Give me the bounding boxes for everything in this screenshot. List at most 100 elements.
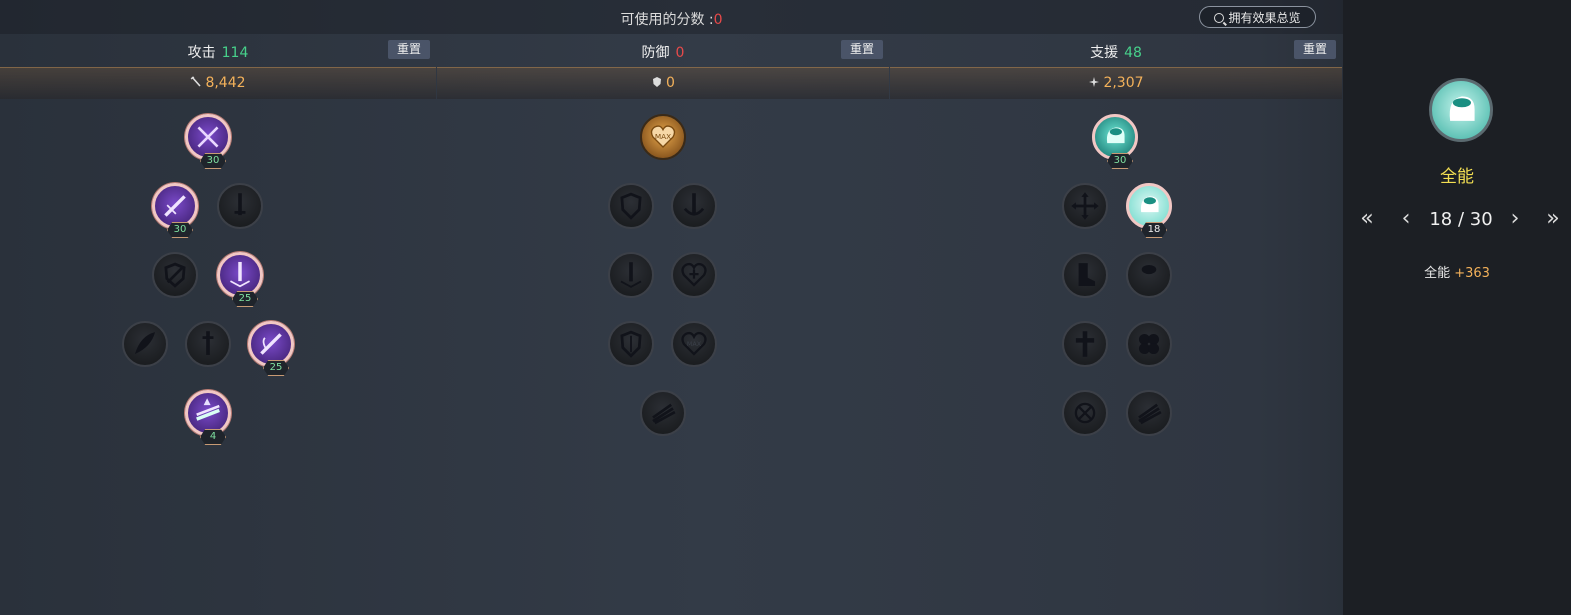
four-arrows-icon bbox=[1071, 192, 1099, 220]
detail-panel: 全能 « ‹ 18 / 30 › » 全能 +363 bbox=[1343, 0, 1571, 615]
available-points-label: 可使用的分数 : bbox=[620, 12, 714, 28]
clover-icon bbox=[1138, 333, 1160, 355]
available-points: 可使用的分数 :0 bbox=[0, 9, 1343, 29]
defense-stat-bar: 0 bbox=[437, 67, 889, 99]
sword-icon bbox=[234, 193, 246, 216]
sword-fan-icon bbox=[652, 403, 676, 425]
attack-name: 攻击 bbox=[187, 45, 216, 61]
skill-node-sword-fan-locked-2[interactable] bbox=[1126, 390, 1172, 436]
skill-node-boot-locked[interactable] bbox=[1062, 252, 1108, 298]
skill-node-feather-blade-locked[interactable] bbox=[122, 321, 168, 367]
node-level-badge: 18 bbox=[1141, 222, 1167, 238]
crossed-circle-icon bbox=[1074, 402, 1096, 424]
skill-node-sword-slash[interactable]: 30 bbox=[152, 183, 198, 238]
node-level-badge: 25 bbox=[232, 291, 258, 307]
curved-sword-icon bbox=[260, 333, 282, 355]
support-reset-button[interactable]: 重置 bbox=[1294, 40, 1336, 59]
sword-icon bbox=[202, 331, 214, 355]
attack-stat-value: 8,442 bbox=[205, 75, 246, 91]
anchor-sword-icon bbox=[683, 193, 705, 216]
shield-icon bbox=[620, 330, 642, 358]
feather-blade-icon bbox=[134, 332, 156, 355]
crossed-swords-icon bbox=[197, 126, 219, 148]
skill-node-cross-locked[interactable] bbox=[1062, 321, 1108, 367]
boot-icon bbox=[1078, 263, 1096, 286]
available-points-value: 0 bbox=[713, 12, 723, 28]
skill-node-sword-locked-2[interactable] bbox=[185, 321, 231, 367]
sword-icon bbox=[191, 76, 202, 87]
heart-max-icon: MAX bbox=[650, 125, 676, 149]
defense-title: 防御 0 bbox=[437, 42, 889, 62]
node-level-badge: 25 bbox=[263, 360, 289, 376]
attack-stat-bar: 8,442 bbox=[0, 67, 436, 99]
max-label: MAX bbox=[687, 340, 702, 348]
page-indicator: 18 / 30 bbox=[1429, 209, 1493, 230]
attack-reset-button[interactable]: 重置 bbox=[388, 40, 430, 59]
skill-node-crossed-circle-locked[interactable] bbox=[1062, 390, 1108, 436]
node-level-badge: 4 bbox=[200, 429, 226, 445]
level-pager: « ‹ 18 / 30 › » bbox=[1343, 207, 1571, 233]
skill-node-sword-fan-locked[interactable] bbox=[640, 390, 686, 436]
shield-icon bbox=[653, 77, 662, 87]
brain-head-icon bbox=[1141, 264, 1157, 275]
cross-icon bbox=[1075, 331, 1095, 357]
support-icon bbox=[1089, 77, 1100, 87]
skill-node-swords-stack[interactable]: 4 bbox=[185, 390, 231, 445]
skill-node-anchor-sword-locked[interactable] bbox=[671, 183, 717, 229]
support-points: 48 bbox=[1124, 45, 1142, 61]
max-label: MAX bbox=[655, 132, 671, 141]
sword-fan-icon bbox=[1138, 403, 1162, 425]
skill-node-heart-max-locked[interactable]: MAX bbox=[671, 321, 717, 367]
heart-max-icon: MAX bbox=[681, 331, 707, 356]
bonus-value: +363 bbox=[1454, 266, 1490, 281]
attack-header: 攻击 114 重置 bbox=[0, 34, 436, 67]
skill-node-clover-locked[interactable] bbox=[1126, 321, 1172, 367]
top-bar: 可使用的分数 :0 bbox=[0, 0, 1343, 34]
skill-node-sword-burst-locked[interactable] bbox=[608, 252, 654, 298]
first-page-button[interactable]: « bbox=[1357, 207, 1377, 233]
defense-name: 防御 bbox=[641, 45, 670, 61]
support-stat-bar: 2,307 bbox=[890, 67, 1342, 99]
skill-node-curved-sword[interactable]: 25 bbox=[248, 321, 294, 376]
shield-sword-icon bbox=[164, 262, 186, 288]
skill-node-brain-head-selected[interactable]: 18 bbox=[1126, 183, 1172, 238]
skill-node-heart-cross-locked[interactable] bbox=[671, 252, 717, 298]
next-page-button[interactable]: › bbox=[1505, 207, 1525, 233]
brain-head-icon bbox=[1140, 196, 1159, 213]
defense-header: 防御 0 重置 bbox=[437, 34, 889, 67]
heart-cross-icon bbox=[681, 262, 707, 287]
skill-node-shield-locked[interactable] bbox=[608, 183, 654, 229]
skill-node-sword-burst[interactable]: 25 bbox=[217, 252, 263, 307]
node-level-badge: 30 bbox=[200, 153, 226, 169]
sword-slash-icon bbox=[164, 195, 186, 217]
skill-node-shield-sword-locked[interactable] bbox=[152, 252, 198, 298]
skill-node-brain-head-locked[interactable] bbox=[1126, 252, 1172, 298]
search-icon bbox=[1214, 13, 1225, 23]
sword-burst-icon bbox=[230, 261, 250, 288]
skill-node-heart-max[interactable]: MAX bbox=[640, 114, 686, 160]
effects-overview-button[interactable]: 拥有效果总览 bbox=[1199, 6, 1316, 28]
shield-icon bbox=[620, 192, 642, 220]
detail-skill-name: 全能 bbox=[1440, 167, 1474, 187]
skill-node-four-arrows-locked[interactable] bbox=[1062, 183, 1108, 229]
node-level-badge: 30 bbox=[1107, 153, 1133, 169]
attack-points: 114 bbox=[221, 45, 249, 61]
prev-page-button[interactable]: ‹ bbox=[1396, 207, 1416, 233]
bonus-label: 全能 bbox=[1424, 266, 1451, 281]
brain-head-icon bbox=[1449, 96, 1475, 121]
support-name: 支援 bbox=[1090, 45, 1119, 61]
support-stat-value: 2,307 bbox=[1103, 75, 1144, 91]
effects-overview-label: 拥有效果总览 bbox=[1228, 11, 1301, 25]
skill-node-sword-locked[interactable] bbox=[217, 183, 263, 229]
skill-node-brain-head[interactable]: 30 bbox=[1092, 114, 1138, 169]
node-level-badge: 30 bbox=[167, 222, 193, 238]
last-page-button[interactable]: » bbox=[1543, 207, 1563, 233]
attack-title: 攻击 114 bbox=[0, 42, 436, 62]
detail-skill-icon bbox=[1429, 78, 1493, 142]
swords-stack-icon bbox=[196, 398, 220, 421]
skill-node-shield-locked-2[interactable] bbox=[608, 321, 654, 367]
skill-node-crossed-swords[interactable]: 30 bbox=[185, 114, 231, 169]
detail-bonus: 全能 +363 bbox=[1343, 262, 1571, 281]
brain-head-icon bbox=[1106, 127, 1125, 144]
defense-reset-button[interactable]: 重置 bbox=[841, 40, 883, 59]
